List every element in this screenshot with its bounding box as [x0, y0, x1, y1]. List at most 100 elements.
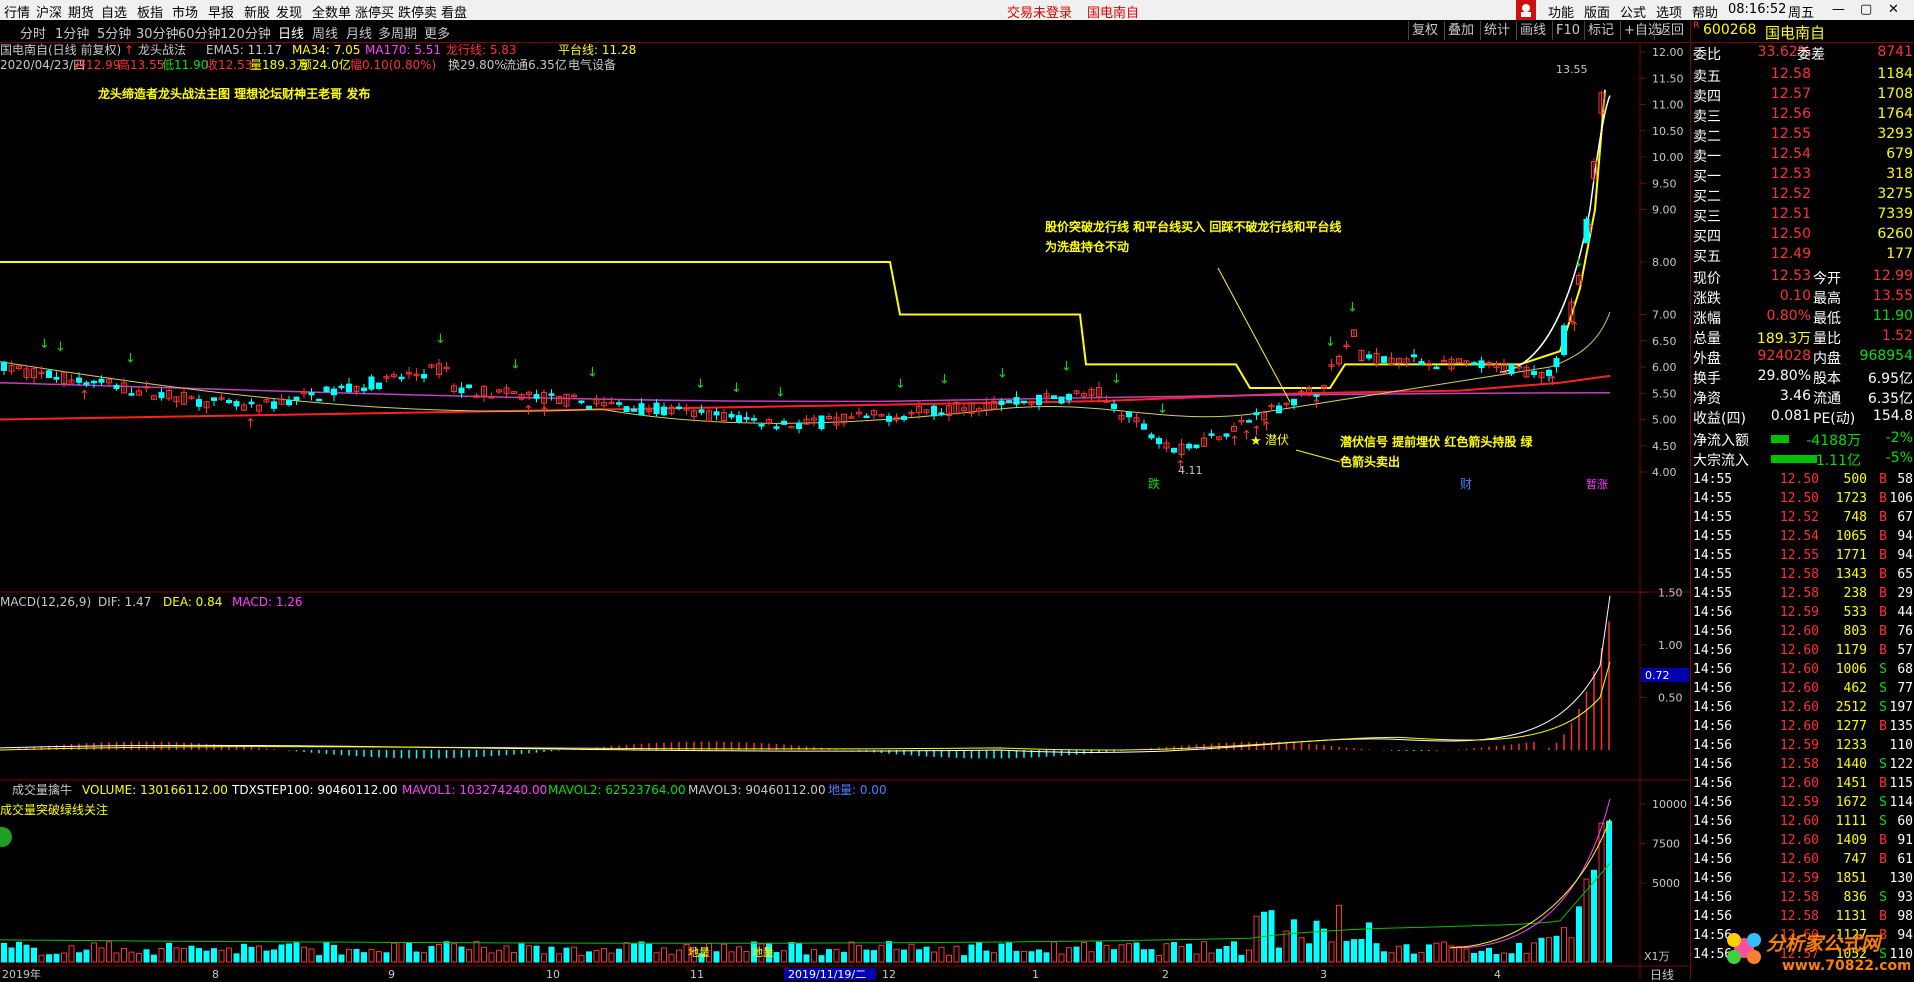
buy-arrow-icon: ↑	[79, 388, 90, 403]
menu-item[interactable]: 市场	[172, 2, 198, 21]
candle-body	[653, 402, 660, 415]
menu-item[interactable]: 板指	[137, 2, 163, 21]
volume-bar	[863, 949, 870, 963]
menu-right-item[interactable]: 选项	[1656, 2, 1682, 21]
date-tick-label: 1	[1032, 968, 1039, 980]
chart-tool-button[interactable]: 统计	[1480, 21, 1513, 40]
volume-bar	[1328, 941, 1335, 963]
candle-body	[698, 409, 705, 413]
price-tick-label: 6.50	[1652, 335, 1677, 348]
menu-item[interactable]: 新股	[244, 2, 270, 21]
menu-item[interactable]: 跌停卖	[398, 2, 437, 21]
chart-tool-button[interactable]: F10	[1552, 21, 1583, 40]
kline-chart[interactable]: 国电南自(日线 前复权) ↑ 龙头战法 EMA5: 11.17 MA34: 7.…	[0, 42, 1690, 980]
price-tick-label: 6.00	[1652, 361, 1677, 374]
volume-bar	[398, 941, 405, 963]
menu-item[interactable]: 期货	[68, 2, 94, 21]
stat-row: 涨跌 0.10 最高 13.55	[1693, 288, 1913, 307]
volume-bar	[68, 945, 75, 963]
candle-body	[713, 411, 720, 416]
date-tick-label: 2019年	[2, 967, 41, 980]
volume-bar	[968, 944, 975, 963]
sell-arrow-icon: ↓	[1573, 255, 1584, 270]
login-alert[interactable]: 交易未登录	[1007, 2, 1072, 21]
candle-body	[1208, 433, 1215, 436]
candle-body	[998, 400, 1005, 406]
minimize-icon[interactable]: —	[1832, 2, 1845, 17]
candle-body	[1276, 405, 1282, 414]
period-tab[interactable]: 120分钟	[220, 23, 271, 42]
price-tick-label: 5.00	[1652, 414, 1677, 427]
menu-item[interactable]: 看盘	[441, 2, 467, 21]
candle-body	[743, 417, 750, 420]
volume-bar	[616, 948, 622, 963]
candle-body	[458, 387, 465, 394]
sell-arrow-icon: ↓	[39, 337, 50, 352]
sell-arrow-icon: ↓	[587, 366, 598, 381]
menu-item[interactable]: 发现	[276, 2, 302, 21]
menu-item[interactable]: 全数单	[312, 2, 351, 21]
sell-arrow-icon: ↓	[1157, 402, 1168, 417]
period-tab[interactable]: 多周期	[378, 23, 417, 42]
period-tab[interactable]: 分时	[20, 23, 46, 42]
volume-bar	[533, 945, 540, 963]
axis-period-tab[interactable]: 日线	[1650, 968, 1674, 980]
candle-body	[338, 385, 345, 389]
menu-right-item[interactable]: 版面	[1584, 2, 1610, 21]
menu-right-item[interactable]: 帮助	[1692, 2, 1718, 21]
menu-right-item[interactable]: 功能	[1548, 2, 1574, 21]
period-tab[interactable]: 1分钟	[55, 23, 89, 42]
chart-tool-button[interactable]: 复权	[1408, 21, 1441, 40]
volume-bar	[458, 946, 465, 963]
bid-row: 买一 12.53 318	[1693, 166, 1913, 185]
period-tab[interactable]: 更多	[424, 23, 450, 42]
volume-bar	[368, 948, 375, 963]
chart-tool-button[interactable]: 返回	[1654, 21, 1687, 40]
volume-bar	[1418, 951, 1425, 963]
candle-body	[1036, 394, 1042, 406]
period-tab[interactable]: 月线	[346, 23, 372, 42]
ohlc-low: 低11.90	[162, 58, 208, 72]
volume-bar	[871, 950, 877, 963]
flow-bar	[1771, 435, 1789, 443]
alert-icon[interactable]	[1516, 0, 1536, 20]
volume-bar	[818, 955, 825, 963]
menu-item[interactable]: 涨停买	[355, 2, 394, 21]
menu-item[interactable]: 行情	[4, 2, 30, 21]
chart-tool-button[interactable]: 标记	[1584, 21, 1617, 40]
candle-body	[286, 399, 292, 406]
volume-bar	[1148, 949, 1155, 963]
tdx-step: TDXSTEP100: 90460112.00	[231, 783, 397, 797]
candle-body	[211, 397, 217, 401]
stat-row: 现价 12.53 今开 12.99	[1693, 268, 1913, 287]
menu-item[interactable]: 自选	[101, 2, 127, 21]
candle-body	[466, 384, 472, 389]
ohlc-open: 开12.99	[74, 58, 120, 72]
menu-item[interactable]: 沪深	[36, 2, 62, 21]
tick-row: 14:56 12.59 1851 130	[1693, 871, 1913, 886]
menu-item[interactable]: 早报	[208, 2, 234, 21]
volume-bar	[1606, 820, 1612, 963]
clock-time: 08:16:52	[1728, 2, 1787, 17]
chart-tool-button[interactable]: 画线	[1516, 21, 1549, 40]
quote-name: 国电南自	[1765, 24, 1826, 42]
chart-tool-button[interactable]: 叠加	[1444, 21, 1477, 40]
candle-body	[398, 376, 405, 380]
period-tab[interactable]: 5分钟	[97, 23, 131, 42]
maximize-icon[interactable]: ▢	[1860, 2, 1872, 17]
volume-note: 成交量突破绿线关注	[0, 802, 108, 817]
candle-body	[113, 384, 120, 390]
volume-bar	[1, 942, 7, 963]
period-tab[interactable]: 日线	[278, 23, 304, 42]
candle-body	[533, 394, 540, 399]
period-tab[interactable]: 60分钟	[178, 23, 221, 42]
buy-arrow-icon: ↑	[539, 405, 550, 420]
period-tab[interactable]: 周线	[312, 23, 338, 42]
close-icon[interactable]: ✕	[1888, 2, 1899, 17]
price-tick-label: 9.50	[1652, 177, 1677, 190]
period-tab[interactable]: 30分钟	[136, 23, 179, 42]
menu-right-item[interactable]: 公式	[1620, 2, 1646, 21]
volume-bar	[1373, 943, 1380, 963]
volume-bar	[271, 949, 277, 963]
volume-bar	[931, 951, 937, 963]
